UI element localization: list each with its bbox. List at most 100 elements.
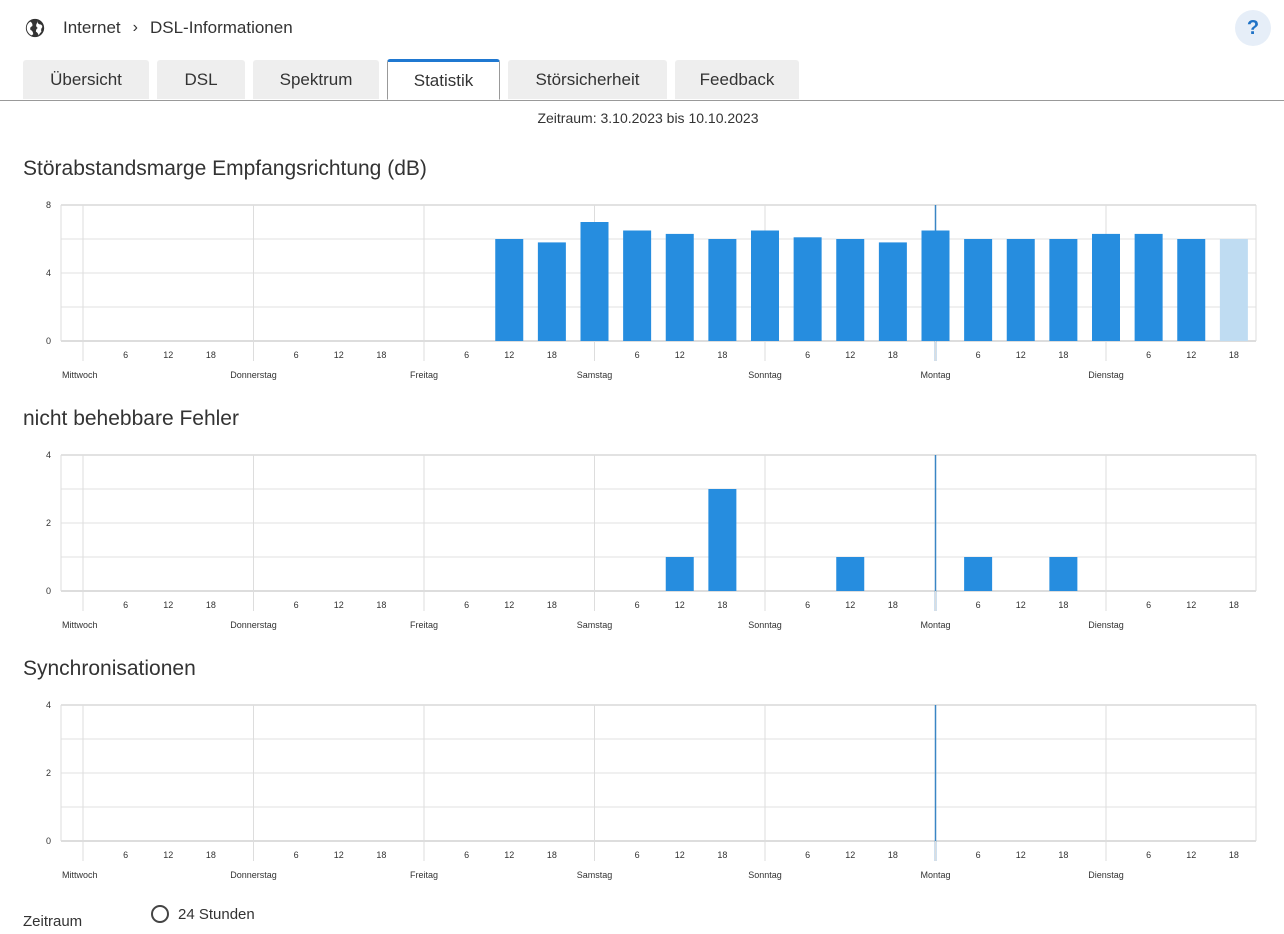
bar: [1049, 557, 1078, 591]
breadcrumb: Internet › DSL-Informationen: [24, 17, 293, 39]
period-label: Zeitraum: [23, 913, 83, 930]
day-label: Samstag: [577, 370, 613, 380]
hour-tick-label: 12: [1016, 850, 1026, 860]
hour-tick-label: 18: [888, 600, 898, 610]
hour-tick-label: 18: [717, 850, 727, 860]
bar: [1006, 239, 1035, 341]
day-label: Samstag: [577, 620, 613, 630]
y-tick-label: 0: [46, 836, 51, 846]
bar: [793, 237, 822, 341]
hour-tick-label: 6: [976, 850, 981, 860]
hour-tick-label: 12: [163, 350, 173, 360]
hour-tick-label: 6: [805, 350, 810, 360]
hour-tick-label: 12: [1186, 850, 1196, 860]
hour-tick-label: 12: [1016, 350, 1026, 360]
hour-tick-label: 6: [635, 350, 640, 360]
breadcrumb-dsl-informationen: DSL-Informationen: [149, 18, 293, 37]
hour-tick-label: 12: [675, 350, 685, 360]
hour-tick-label: 12: [163, 600, 173, 610]
hour-tick-label: 6: [635, 600, 640, 610]
y-tick-label: 4: [46, 268, 51, 278]
bar: [537, 242, 566, 341]
bar: [878, 242, 907, 341]
hour-tick-label: 6: [976, 600, 981, 610]
day-label: Montag: [920, 370, 950, 380]
hour-tick-label: 12: [1186, 350, 1196, 360]
day-label: Dienstag: [1088, 370, 1124, 380]
tab-dsl[interactable]: DSL: [157, 60, 245, 99]
hour-tick-label: 12: [845, 350, 855, 360]
hour-tick-label: 6: [976, 350, 981, 360]
hour-tick-label: 12: [845, 600, 855, 610]
bar: [708, 239, 737, 341]
hour-tick-label: 6: [635, 850, 640, 860]
hour-tick-label: 6: [805, 600, 810, 610]
hour-tick-label: 6: [464, 350, 469, 360]
hour-tick-label: 12: [845, 850, 855, 860]
hour-tick-label: 6: [294, 600, 299, 610]
bar: [1092, 233, 1120, 341]
tab-stoersicherheit[interactable]: Störsicherheit: [508, 60, 667, 99]
hour-tick-label: 18: [1229, 350, 1239, 360]
period-option-label: 24 Stunden: [178, 905, 255, 923]
day-label: Dienstag: [1088, 620, 1124, 630]
day-label: Mittwoch: [62, 870, 98, 880]
day-label: Sonntag: [748, 870, 782, 880]
hour-tick-label: 18: [717, 350, 727, 360]
day-label: Samstag: [577, 870, 613, 880]
day-label: Donnerstag: [230, 870, 277, 880]
day-label: Freitag: [410, 370, 438, 380]
hour-tick-label: 18: [888, 850, 898, 860]
tab-spektrum[interactable]: Spektrum: [253, 60, 379, 99]
hour-tick-label: 12: [675, 600, 685, 610]
bar: [1219, 239, 1248, 341]
day-label: Montag: [920, 620, 950, 630]
day-label: Sonntag: [748, 370, 782, 380]
hour-tick-label: 18: [1229, 600, 1239, 610]
hour-tick-label: 12: [504, 850, 514, 860]
radio-button-icon[interactable]: [151, 905, 169, 923]
hour-tick-label: 18: [376, 850, 386, 860]
y-tick-label: 4: [46, 700, 51, 710]
hour-tick-label: 12: [1016, 600, 1026, 610]
hour-tick-label: 6: [294, 350, 299, 360]
day-label: Mittwoch: [62, 370, 98, 380]
tab-feedback[interactable]: Feedback: [675, 60, 799, 99]
y-tick-label: 8: [46, 200, 51, 210]
help-button[interactable]: ?: [1235, 10, 1271, 46]
bar: [836, 557, 865, 591]
hour-tick-label: 6: [1146, 850, 1151, 860]
bar: [836, 239, 865, 341]
hour-tick-label: 12: [675, 850, 685, 860]
hour-tick-label: 12: [163, 850, 173, 860]
bar: [964, 239, 993, 341]
hour-tick-label: 12: [504, 600, 514, 610]
day-label: Mittwoch: [62, 620, 98, 630]
hour-tick-label: 6: [123, 850, 128, 860]
tab-uebersicht[interactable]: Übersicht: [23, 60, 149, 99]
hour-tick-label: 18: [206, 600, 216, 610]
synchronisations-chart: 0 2 4 Mittwoch 6 12 18 Donnerstag 6 12 18 Freitag 6 1…: [46, 700, 1257, 880]
period-text: Zeitraum: 3.10.2023 bis 10.10.2023: [537, 110, 759, 126]
day-label: Montag: [920, 870, 950, 880]
tab-statistik[interactable]: Statistik: [387, 59, 500, 100]
hour-tick-label: 18: [1058, 850, 1068, 860]
bar: [665, 233, 694, 341]
hour-tick-label: 6: [123, 350, 128, 360]
chart-title-snr-margin: Störabstandsmarge Empfangsrichtung (dB): [23, 157, 427, 180]
hour-tick-label: 6: [464, 600, 469, 610]
y-tick-label: 4: [46, 450, 51, 460]
period-option-24h[interactable]: 24 Stunden: [151, 905, 255, 923]
hour-tick-label: 12: [334, 350, 344, 360]
y-tick-label: 2: [46, 768, 51, 778]
hour-tick-label: 6: [123, 600, 128, 610]
hour-tick-label: 18: [1229, 850, 1239, 860]
chart-title-uncorrectable-errors: nicht behebbare Fehler: [23, 407, 239, 430]
hour-tick-label: 12: [334, 600, 344, 610]
breadcrumb-internet[interactable]: Internet: [63, 18, 121, 38]
day-label: Freitag: [410, 870, 438, 880]
chart-title-synchronisations: Synchronisationen: [23, 657, 196, 680]
bar: [751, 230, 779, 341]
hour-tick-label: 12: [334, 850, 344, 860]
hour-tick-label: 18: [1058, 600, 1068, 610]
